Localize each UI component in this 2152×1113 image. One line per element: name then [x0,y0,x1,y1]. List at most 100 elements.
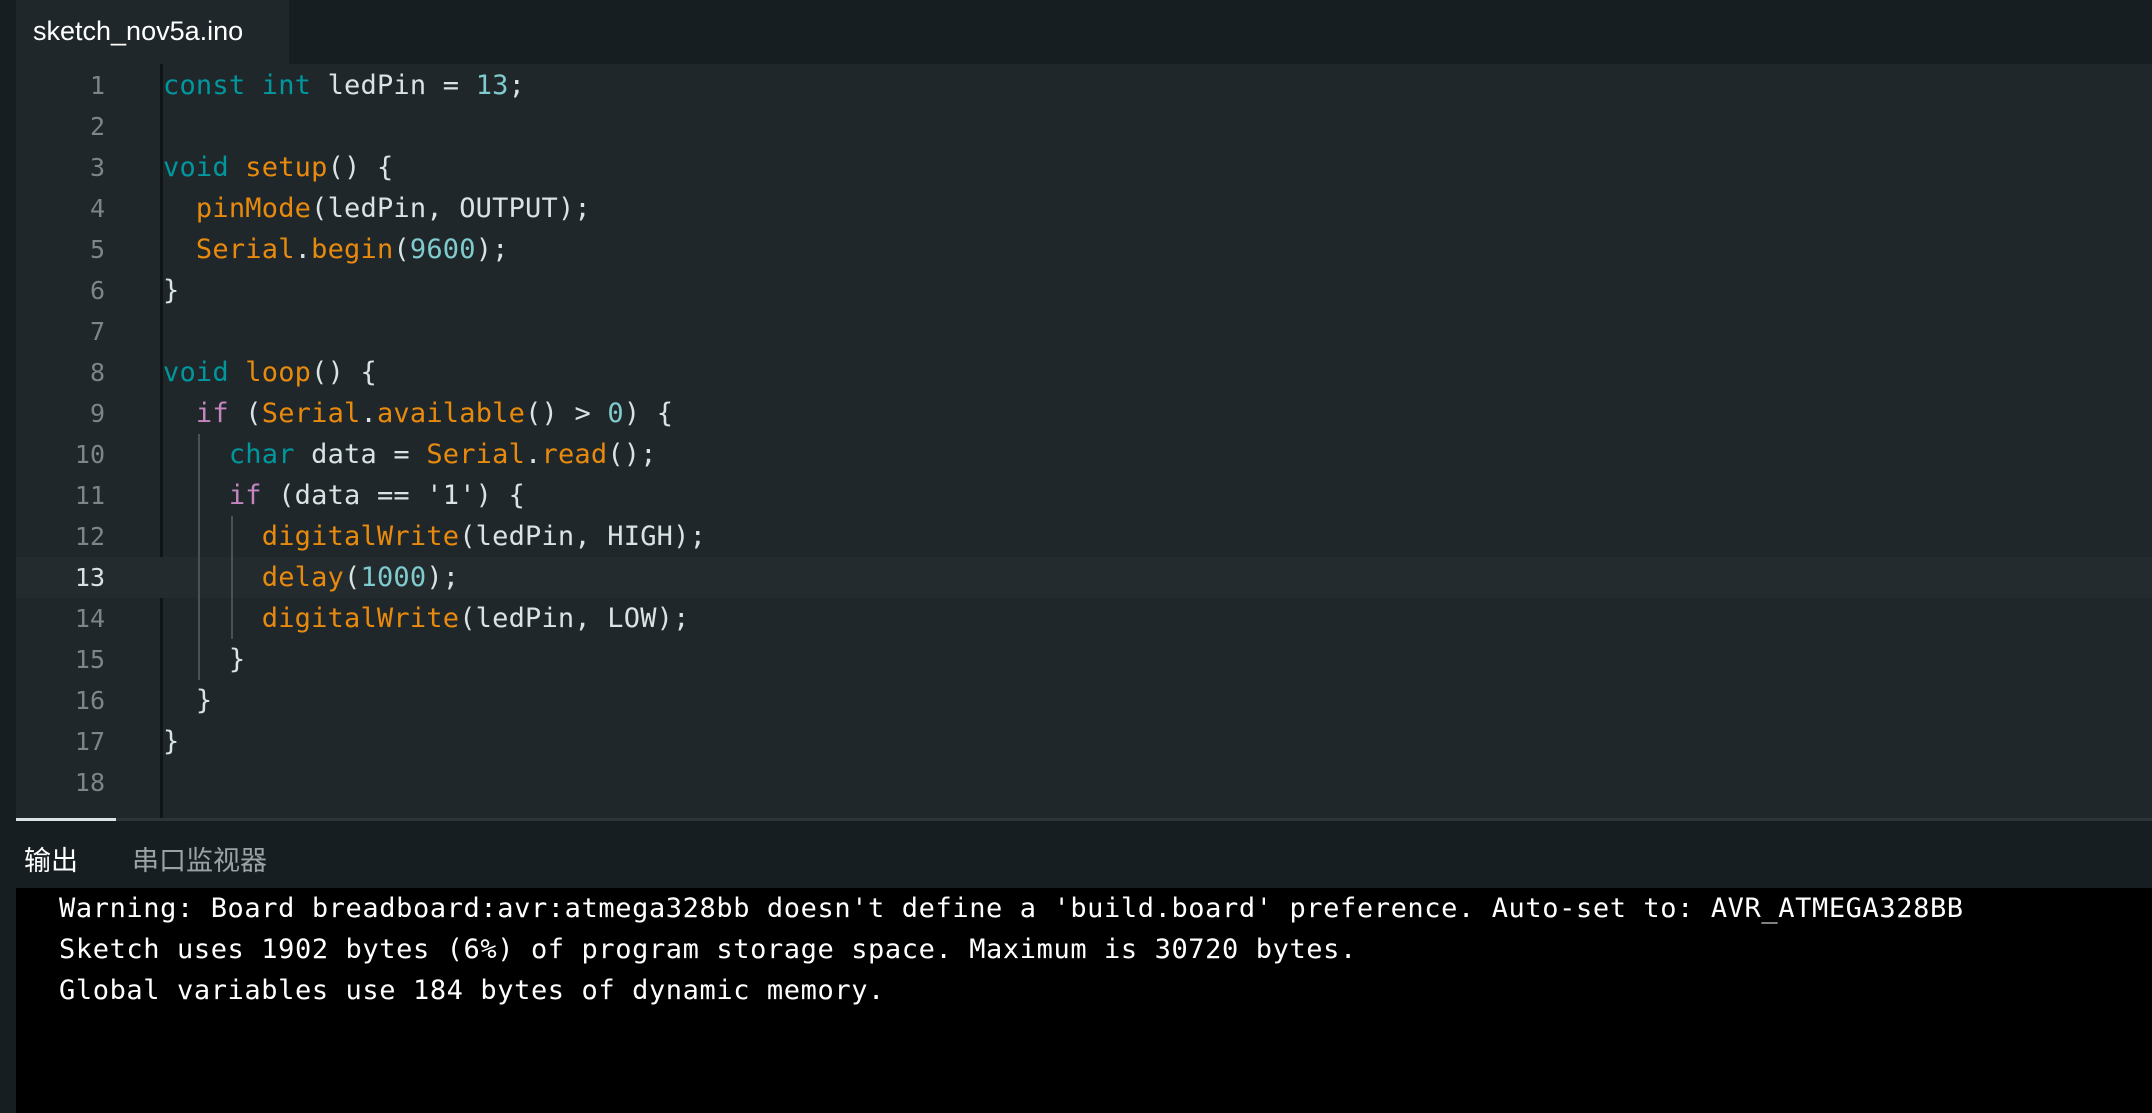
code-line[interactable]: 2 [16,106,2152,147]
panel-tabs: 输出 串口监视器 [16,818,2152,891]
code-content: delay(1000); [163,557,459,598]
function-token: loop [245,357,312,388]
tab-output[interactable]: 输出 [24,839,78,878]
line-number: 11 [74,481,105,510]
number-token: 9600 [409,234,476,265]
code-line[interactable]: 5 Serial.begin(9600); [16,229,2152,270]
line-number: 10 [74,440,105,469]
line-number: 17 [74,727,105,756]
code-text: data = [294,439,427,470]
line-number: 4 [89,194,105,223]
code-text: ; [508,70,526,101]
code-text: () { [311,357,377,388]
code-content: } [163,639,245,680]
code-content: pinMode(ledPin, OUTPUT); [163,188,591,229]
code-line[interactable]: 4 pinMode(ledPin, OUTPUT); [16,188,2152,229]
code-text: (ledPin, LOW); [459,603,690,634]
output-line: Warning: Board breadboard:avr:atmega328b… [59,893,1964,924]
code-content: digitalWrite(ledPin, LOW); [163,598,690,639]
code-line[interactable]: 10 char data = Serial.read(); [16,434,2152,475]
code-line[interactable]: 14 digitalWrite(ledPin, LOW); [16,598,2152,639]
line-number: 5 [89,235,105,264]
number-token: 1000 [360,562,427,593]
code-line[interactable]: 18 [16,762,2152,803]
code-text: ); [475,234,509,265]
left-edge [0,0,16,1113]
code-text: } [163,644,246,675]
tab-sketch-file[interactable]: sketch_nov5a.ino [16,0,289,64]
line-number: 13 [74,563,105,592]
line-number: 2 [89,112,105,141]
function-token: Serial [261,398,361,429]
code-text: (ledPin, OUTPUT); [311,193,591,224]
code-content: if (data == '1') { [163,475,525,516]
output-console: Warning: Board breadboard:avr:atmega328b… [16,888,2152,1113]
number-token: 0 [607,398,624,429]
code-content: char data = Serial.read(); [163,434,657,475]
code-text: (data == '1') { [261,480,526,511]
code-text: . [294,234,312,265]
line-number: 16 [74,686,105,715]
code-line[interactable]: 6} [16,270,2152,311]
code-content: const int ledPin = 13; [163,65,525,106]
code-text: () > [525,398,608,429]
function-token: read [541,439,608,470]
function-token: Serial [195,234,295,265]
code-line[interactable]: 17} [16,721,2152,762]
keyword-token: int [261,70,312,101]
code-text: ( [344,562,361,593]
function-token: begin [311,234,394,265]
code-text: (); [607,439,657,470]
code-line[interactable]: 9 if (Serial.available() > 0) { [16,393,2152,434]
code-line[interactable]: 13 delay(1000); [16,557,2152,598]
code-text: ( [228,398,262,429]
code-text: ) { [623,398,674,429]
active-tab-indicator [16,818,116,821]
line-number: 9 [89,399,105,428]
code-text: ); [426,562,460,593]
code-content: } [163,721,179,762]
control-token: if [228,480,262,511]
keyword-token: char [228,439,295,470]
function-token: setup [245,152,328,183]
code-line[interactable]: 8 void loop() { [16,352,2152,393]
line-number: 7 [89,317,105,346]
code-line[interactable]: 11 if (data == '1') { [16,475,2152,516]
code-content: digitalWrite(ledPin, HIGH); [163,516,706,557]
line-number: 15 [74,645,105,674]
code-line[interactable]: 15 } [16,639,2152,680]
keyword-token: const [163,70,246,101]
line-number: 18 [74,768,105,797]
code-text: ledPin = [311,70,476,101]
code-text: . [360,398,377,429]
indent-guide [230,516,233,639]
control-token: if [195,398,229,429]
tab-serial-monitor[interactable]: 串口监视器 [132,839,267,878]
code-content: Serial.begin(9600); [163,229,509,270]
function-token: delay [261,562,345,593]
code-text: } [163,726,180,757]
code-line[interactable]: 12 digitalWrite(ledPin, HIGH); [16,516,2152,557]
function-token: pinMode [195,193,312,224]
code-editor[interactable]: 1 const int ledPin = 13; 2 3 void setup() {4… [16,64,2152,818]
code-line[interactable]: 16 } [16,680,2152,721]
code-text: (ledPin, HIGH); [459,521,707,552]
function-token: digitalWrite [261,521,460,552]
line-number: 14 [74,604,105,633]
code-text: } [163,275,180,306]
code-line[interactable]: 3 void setup() { [16,147,2152,188]
function-token: Serial [426,439,526,470]
line-number: 6 [89,276,105,305]
editor-tab-bar: sketch_nov5a.ino [16,0,2152,64]
code-line[interactable]: 1 const int ledPin = 13; [16,65,2152,106]
code-line[interactable]: 7 [16,311,2152,352]
